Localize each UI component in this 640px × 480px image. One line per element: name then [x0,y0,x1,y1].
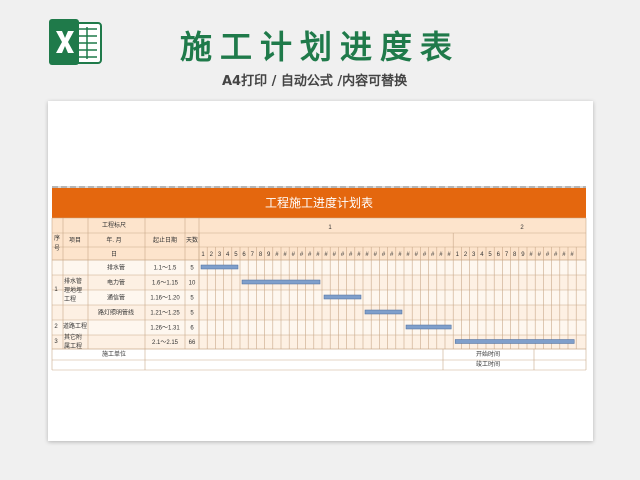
row-dates: 1.1～1.5 [154,266,177,272]
row-item: 电力管 [107,279,125,287]
row-dates: 2.1～2.15 [152,340,179,346]
day-header: 日 [111,251,117,258]
row-days: 66 [189,340,196,346]
gantt-table: 序 号 项目 工程标尺 年. 月 日 起止日期 天数 1 2 1 2 3 道路工… [51,217,587,371]
row-item: 排水管 [107,264,125,272]
row-dates: 1.16～1.20 [150,296,180,302]
row-dates: 1.6～1.15 [152,281,179,287]
completion-time-label: 竣工时间 [476,360,500,368]
gantt-bar [405,324,452,330]
yearmonth-header: 年. 月 [106,236,121,244]
row-dates: 1.26～1.31 [150,326,180,332]
startend-header: 起止日期 [153,236,177,244]
row-dates: 1.21～1.25 [150,311,180,317]
row-item: 路灯照明管线 [98,309,134,317]
row-days: 10 [189,281,196,287]
project-header: 项目 [69,237,81,244]
start-time-label: 开始时间 [476,350,500,358]
days-header: 天数 [186,236,198,244]
gantt-bar [323,294,362,300]
row-item: 通信管 [107,294,125,302]
seq-header-bottom: 号 [54,245,60,252]
construction-unit-label: 施工单位 [102,350,126,358]
marker-header: 工程标尺 [102,221,126,229]
seq-header-top: 序 [54,234,60,242]
gantt-bar [241,279,321,285]
group-2-project: 道路工程 [63,322,87,330]
gantt-bar [364,309,403,315]
gantt-bar [200,264,239,270]
gantt-bar [454,339,575,344]
